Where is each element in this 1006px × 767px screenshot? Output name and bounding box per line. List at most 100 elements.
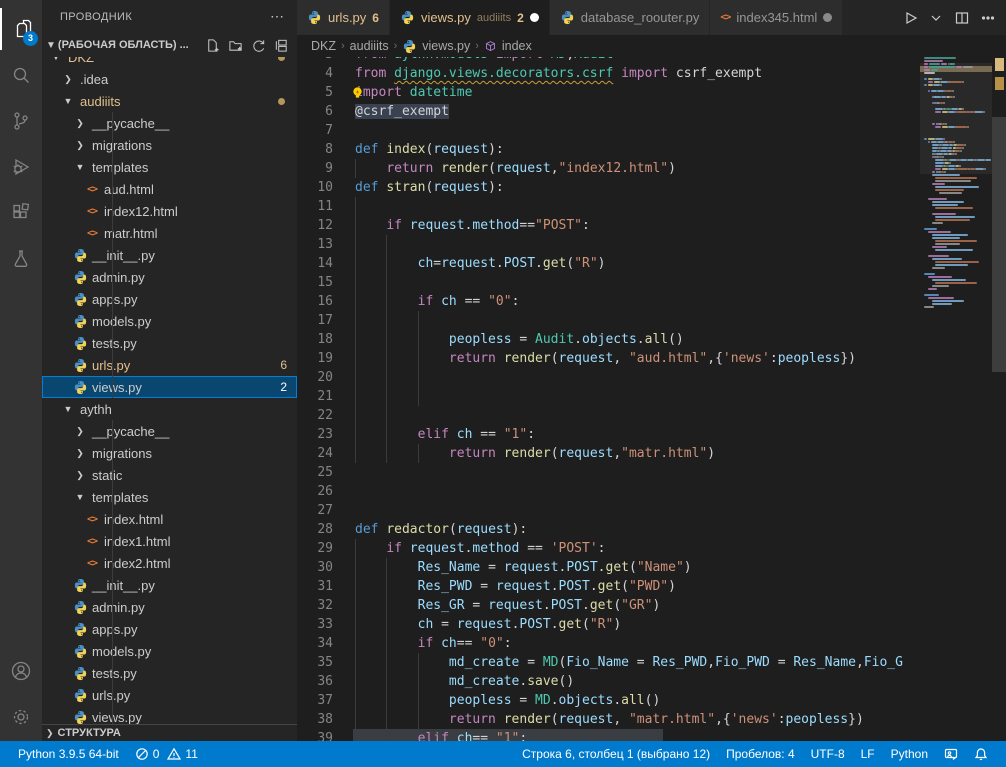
tree-item-tests-py[interactable]: tests.py — [42, 662, 297, 684]
tree-item-tests-py[interactable]: tests.py — [42, 332, 297, 354]
code-line[interactable]: elif ch== "1": — [355, 729, 527, 741]
scrollbar[interactable] — [992, 57, 1006, 741]
indent-guide — [112, 684, 113, 706]
minimap[interactable] — [920, 57, 992, 741]
code-line[interactable]: @csrf_exempt — [355, 102, 449, 121]
breadcrumb-item[interactable]: views.py — [422, 39, 470, 53]
tree-item-apps-py[interactable]: apps.py — [42, 288, 297, 310]
tab-index345-html[interactable]: <>index345.html — [710, 0, 843, 35]
breadcrumb[interactable]: DKZ›audiiits›views.py›index — [297, 35, 1006, 57]
new-file-icon[interactable] — [205, 38, 220, 53]
tree-item-templates[interactable]: ▼templates — [42, 156, 297, 178]
lightbulb-icon[interactable] — [351, 86, 364, 103]
code-line[interactable]: def redactor(request): — [355, 520, 527, 539]
code-line[interactable]: peopless = MD.objects.all() — [355, 691, 660, 710]
tree-item-admin-py[interactable]: admin.py — [42, 266, 297, 288]
tree-item--pycache-[interactable]: ❯__pycache__ — [42, 112, 297, 134]
testing-icon[interactable] — [0, 238, 42, 280]
tab-database-roouter-py[interactable]: database_roouter.py — [550, 0, 711, 35]
code-line[interactable]: return render(request,"index12.html") — [355, 159, 676, 178]
python-interpreter[interactable]: Python 3.9.5 64-bit — [10, 741, 127, 767]
code-line[interactable]: import datetime — [355, 83, 472, 102]
code-line[interactable]: return render(request, "aud.html",{'news… — [355, 349, 856, 368]
code-line[interactable]: ch=request.POST.get("R") — [355, 254, 606, 273]
tree-item-urls-py[interactable]: urls.py — [42, 684, 297, 706]
problems-indicator[interactable]: 011 — [127, 741, 206, 767]
code-line[interactable]: md_create = MD(Fio_Name = Res_PWD,Fio_PW… — [355, 653, 903, 672]
tree-item-index1-html[interactable]: <>index1.html — [42, 530, 297, 552]
explorer-icon[interactable]: 3 — [0, 8, 42, 50]
run-options-chevron-icon[interactable] — [928, 10, 944, 26]
breadcrumb-item[interactable]: DKZ — [311, 39, 336, 53]
tree-item-models-py[interactable]: models.py — [42, 640, 297, 662]
tree-item-migrations[interactable]: ❯migrations — [42, 134, 297, 156]
tree-item-audiiits[interactable]: ▼audiiits — [42, 90, 297, 112]
editor-more-actions-icon[interactable] — [980, 10, 996, 26]
code-line[interactable]: if request.method == 'POST': — [355, 539, 606, 558]
workspace-section-header[interactable]: ▼ (РАБОЧАЯ ОБЛАСТЬ) ... — [42, 33, 297, 57]
tree-item-static[interactable]: ❯static — [42, 464, 297, 486]
run-python-file-button[interactable] — [902, 10, 918, 26]
dirty-dot-icon[interactable] — [530, 13, 539, 22]
language-mode[interactable]: Python — [883, 741, 936, 767]
code-line[interactable]: if ch== "0": — [355, 634, 512, 653]
code-editor[interactable]: 3from aythh.models import MD,Audit4from … — [297, 57, 1006, 741]
tree-item-index-html[interactable]: <>index.html — [42, 508, 297, 530]
code-line[interactable]: md_create.save() — [355, 672, 574, 691]
scrollbar-slider[interactable] — [992, 117, 1006, 372]
breadcrumb-item[interactable]: audiiits — [350, 39, 389, 53]
tree-item-index12-html[interactable]: <>index12.html — [42, 200, 297, 222]
code-line[interactable]: from django.views.decorators.csrf import… — [355, 64, 762, 83]
tree-item-index2-html[interactable]: <>index2.html — [42, 552, 297, 574]
tab-urls-py[interactable]: urls.py6 — [297, 0, 390, 35]
code-line[interactable]: if request.method=="POST": — [355, 216, 590, 235]
tree-item-aud-html[interactable]: <>aud.html — [42, 178, 297, 200]
code-line[interactable]: return render(request, "matr.html",{'new… — [355, 710, 864, 729]
tree-item-aythh[interactable]: ▼aythh — [42, 398, 297, 420]
tree-item-urls-py[interactable]: urls.py6 — [42, 354, 297, 376]
notifications-bell-icon[interactable] — [966, 741, 996, 767]
tree-item--pycache-[interactable]: ❯__pycache__ — [42, 420, 297, 442]
tree-item-models-py[interactable]: models.py — [42, 310, 297, 332]
split-editor-icon[interactable] — [954, 10, 970, 26]
code-line[interactable]: if ch == "0": — [355, 292, 519, 311]
new-folder-icon[interactable] — [228, 38, 243, 53]
cursor-position[interactable]: Строка 6, столбец 1 (выбрано 12) — [514, 741, 718, 767]
code-line[interactable]: return render(request,"matr.html") — [355, 444, 715, 463]
feedback-icon[interactable] — [936, 741, 966, 767]
run-debug-icon[interactable] — [0, 146, 42, 188]
tree-item-apps-py[interactable]: apps.py — [42, 618, 297, 640]
outline-section-header[interactable]: ❯ СТРУКТУРА — [42, 724, 297, 741]
tab-views-py[interactable]: views.pyaudiiits2 — [390, 0, 550, 35]
tree-item-matr-html[interactable]: <>matr.html — [42, 222, 297, 244]
tree-item--init-py[interactable]: __init__.py — [42, 574, 297, 596]
code-line[interactable]: Res_Name = request.POST.get("Name") — [355, 558, 692, 577]
code-line[interactable]: Res_GR = request.POST.get("GR") — [355, 596, 660, 615]
collapse-all-icon[interactable] — [274, 38, 289, 53]
dirty-dot-icon[interactable] — [823, 13, 832, 22]
code-line[interactable]: from aythh.models import MD,Audit — [355, 57, 613, 64]
tree-item-admin-py[interactable]: admin.py — [42, 596, 297, 618]
code-line[interactable]: def stran(request): — [355, 178, 504, 197]
tree-item-templates[interactable]: ▼templates — [42, 486, 297, 508]
eol-sequence[interactable]: LF — [853, 741, 883, 767]
encoding[interactable]: UTF-8 — [803, 741, 853, 767]
tree-item--init-py[interactable]: __init__.py — [42, 244, 297, 266]
tree-item--idea[interactable]: ❯.idea — [42, 68, 297, 90]
code-line[interactable]: Res_PWD = request.POST.get("PWD") — [355, 577, 676, 596]
explorer-more-actions-icon[interactable]: ⋯ — [270, 8, 285, 25]
search-icon[interactable] — [0, 54, 42, 96]
account-icon[interactable] — [0, 650, 42, 692]
source-control-icon[interactable] — [0, 100, 42, 142]
settings-icon[interactable] — [0, 696, 42, 738]
tree-item-migrations[interactable]: ❯migrations — [42, 442, 297, 464]
tree-item-views-py[interactable]: views.py2 — [42, 376, 297, 398]
code-line[interactable]: def index(request): — [355, 140, 504, 159]
refresh-icon[interactable] — [251, 38, 266, 53]
code-line[interactable]: peopless = Audit.objects.all() — [355, 330, 684, 349]
extensions-icon[interactable] — [0, 192, 42, 234]
indentation[interactable]: Пробелов: 4 — [718, 741, 803, 767]
code-line[interactable]: elif ch == "1": — [355, 425, 535, 444]
code-line[interactable]: ch = request.POST.get("R") — [355, 615, 621, 634]
breadcrumb-item[interactable]: index — [502, 39, 532, 53]
